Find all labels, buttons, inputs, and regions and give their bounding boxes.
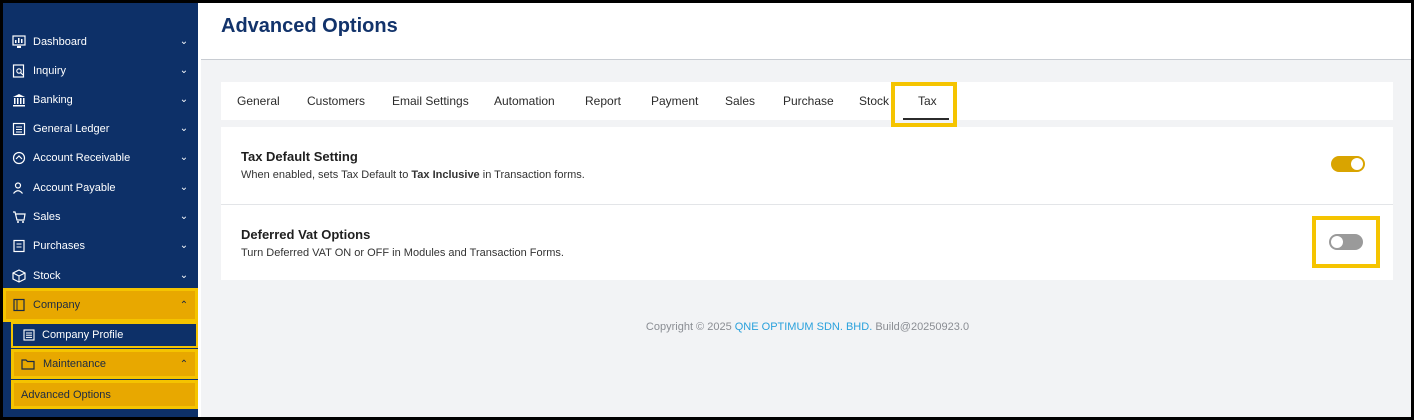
- build-text: Build@20250923.0: [872, 321, 970, 333]
- footer: Copyright © 2025 QNE OPTIMUM SDN. BHD. B…: [201, 321, 1411, 333]
- inquiry-icon: [11, 63, 27, 79]
- tab-purchase[interactable]: Purchase: [783, 82, 834, 120]
- app-window: Dashboard ⌄ Inquiry ⌄ Banking ⌄ General …: [0, 0, 1414, 420]
- sidebar-item-dashboard[interactable]: Dashboard ⌄: [3, 27, 198, 56]
- sidebar-item-label: General Ledger: [33, 122, 110, 135]
- tab-general[interactable]: General: [237, 82, 280, 120]
- tab-customers[interactable]: Customers: [307, 82, 365, 120]
- tab-payment[interactable]: Payment: [651, 82, 698, 120]
- settings-card: Tax Default Setting When enabled, sets T…: [221, 127, 1393, 280]
- sidebar-item-account-receivable[interactable]: Account Receivable ⌄: [3, 143, 198, 172]
- tab-report[interactable]: Report: [585, 82, 621, 120]
- tab-email-settings[interactable]: Email Settings: [392, 82, 469, 120]
- payable-icon: [11, 180, 27, 196]
- sales-icon: [11, 209, 27, 225]
- setting-row-deferred-vat: Deferred Vat Options Turn Deferred VAT O…: [221, 204, 1393, 281]
- sidebar: Dashboard ⌄ Inquiry ⌄ Banking ⌄ General …: [3, 3, 198, 417]
- dashboard-icon: [11, 34, 27, 50]
- sidebar-item-label: Dashboard: [33, 35, 87, 48]
- page-header: Advanced Options: [201, 3, 1411, 60]
- active-tab-indicator: [903, 118, 949, 120]
- sidebar-item-inquiry[interactable]: Inquiry ⌄: [3, 56, 198, 85]
- sidebar-item-label: Purchases: [33, 239, 85, 252]
- ledger-icon: [11, 121, 27, 137]
- stock-icon: [11, 268, 27, 284]
- sidebar-subitem-label: Company Profile: [42, 329, 124, 341]
- folder-icon: [21, 358, 35, 370]
- sidebar-subitem-advanced-options[interactable]: Advanced Options: [11, 380, 198, 409]
- toggle-knob: [1351, 158, 1363, 170]
- chevron-down-icon: ⌄: [179, 36, 189, 47]
- tab-sales[interactable]: Sales: [725, 82, 755, 120]
- sidebar-item-stock[interactable]: Stock ⌄: [3, 261, 198, 290]
- receivable-icon: [11, 150, 27, 166]
- setting-description: Turn Deferred VAT ON or OFF in Modules a…: [241, 247, 564, 259]
- chevron-up-icon: ⌃: [179, 358, 189, 370]
- profile-icon: [23, 329, 35, 341]
- main-content: Advanced Options General Customers Email…: [201, 3, 1411, 417]
- copyright-text: Copyright © 2025: [645, 321, 735, 333]
- tab-tax[interactable]: Tax: [918, 82, 937, 120]
- sidebar-subitem-label: Advanced Options: [21, 388, 111, 401]
- chevron-down-icon: ⌄: [179, 94, 189, 105]
- company-icon: [11, 297, 27, 313]
- chevron-down-icon: ⌄: [179, 152, 189, 163]
- sidebar-item-account-payable[interactable]: Account Payable ⌄: [3, 173, 198, 202]
- purchases-icon: [11, 238, 27, 254]
- sidebar-item-label: Inquiry: [33, 64, 67, 77]
- tab-automation[interactable]: Automation: [494, 82, 555, 120]
- sidebar-item-purchases[interactable]: Purchases ⌄: [3, 231, 198, 260]
- chevron-down-icon: ⌄: [179, 65, 189, 76]
- deferred-vat-toggle[interactable]: [1329, 234, 1363, 250]
- chevron-down-icon: ⌄: [179, 270, 189, 281]
- sidebar-item-label: Account Payable: [33, 181, 116, 194]
- sidebar-item-label: Account Receivable: [33, 151, 131, 164]
- sidebar-item-company[interactable]: Company ⌃: [3, 288, 198, 322]
- sidebar-item-label: Company: [33, 299, 81, 311]
- setting-title: Tax Default Setting: [241, 149, 358, 164]
- setting-description: When enabled, sets Tax Default to Tax In…: [241, 169, 585, 181]
- page-title: Advanced Options: [221, 15, 398, 37]
- chevron-down-icon: ⌄: [179, 182, 189, 193]
- chevron-up-icon: ⌃: [179, 299, 189, 311]
- sidebar-subitem-maintenance[interactable]: Maintenance ⌃: [11, 349, 198, 379]
- company-link[interactable]: QNE OPTIMUM SDN. BHD.: [735, 321, 873, 333]
- sidebar-item-sales[interactable]: Sales ⌄: [3, 202, 198, 231]
- tax-default-toggle[interactable]: [1331, 156, 1365, 172]
- sidebar-subitem-label: Maintenance: [43, 358, 106, 370]
- sidebar-item-general-ledger[interactable]: General Ledger ⌄: [3, 114, 198, 143]
- tab-stock[interactable]: Stock: [859, 82, 889, 120]
- sidebar-item-label: Sales: [33, 210, 61, 223]
- setting-title: Deferred Vat Options: [241, 227, 371, 242]
- sidebar-item-banking[interactable]: Banking ⌄: [3, 85, 198, 114]
- bank-icon: [11, 92, 27, 108]
- sidebar-subitem-company-profile[interactable]: Company Profile: [11, 322, 198, 348]
- sidebar-item-label: Stock: [33, 269, 61, 282]
- chevron-down-icon: ⌄: [179, 211, 189, 222]
- chevron-down-icon: ⌄: [179, 123, 189, 134]
- toggle-knob: [1331, 236, 1343, 248]
- chevron-down-icon: ⌄: [179, 240, 189, 251]
- setting-row-tax-default: Tax Default Setting When enabled, sets T…: [221, 127, 1393, 203]
- settings-tabs: General Customers Email Settings Automat…: [221, 82, 1393, 127]
- sidebar-item-label: Banking: [33, 93, 73, 106]
